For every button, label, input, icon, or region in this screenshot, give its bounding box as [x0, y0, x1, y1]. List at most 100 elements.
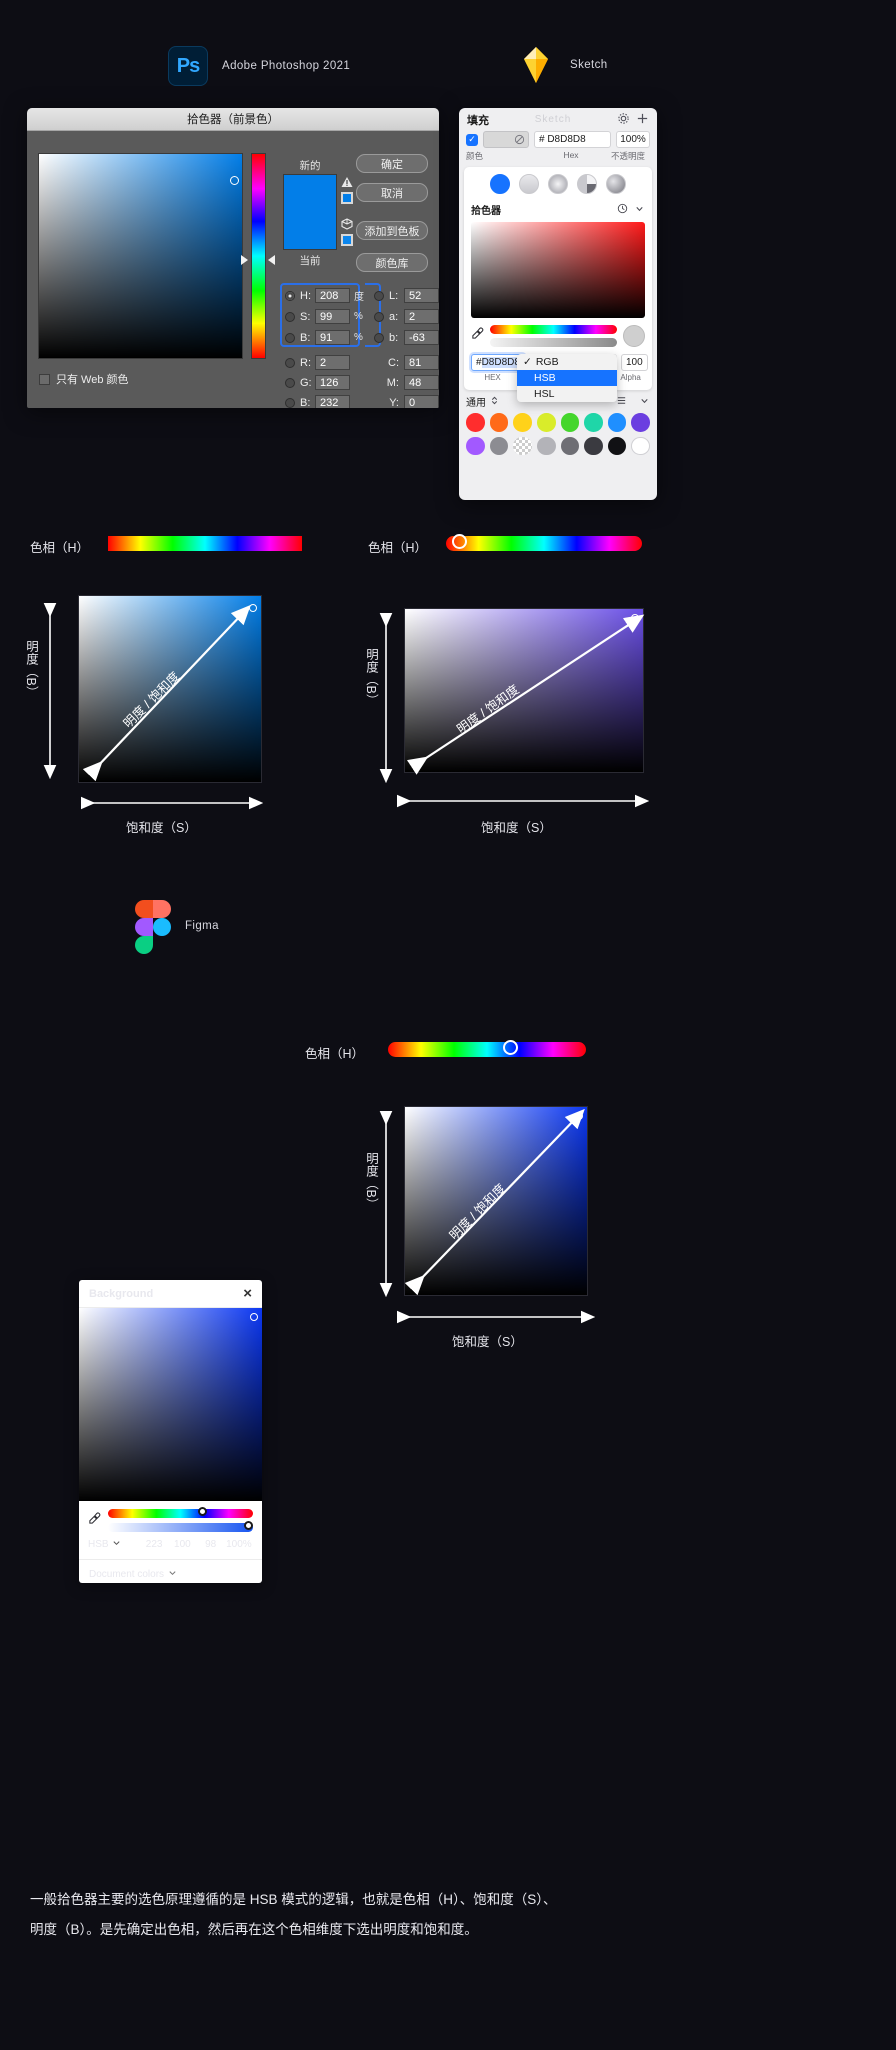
swatch[interactable] — [560, 436, 580, 456]
input-m[interactable]: 48 — [404, 375, 439, 390]
fill-color-swatch[interactable] — [483, 131, 529, 148]
list-icon[interactable] — [616, 395, 627, 409]
swatch[interactable] — [584, 413, 603, 432]
saturation-brightness-field[interactable] — [38, 153, 243, 359]
input-s[interactable]: 99 — [315, 309, 350, 324]
out-of-gamut-warning-icon[interactable] — [341, 175, 353, 187]
add-to-swatches-button[interactable]: 添加到色板 — [356, 221, 428, 240]
figma-value-h[interactable]: 223 — [140, 1539, 168, 1550]
color-model-dropdown[interactable]: ✓ RGB HSB HSL — [517, 354, 617, 402]
input-b-brightness[interactable]: 91 — [315, 330, 350, 345]
field-row-b-blue[interactable]: B: 232 — [285, 395, 350, 408]
figma-hue-knob[interactable] — [197, 1506, 207, 1516]
swatch[interactable] — [513, 413, 532, 432]
diagram2-hue-strip[interactable] — [446, 536, 642, 551]
swatch[interactable] — [489, 436, 509, 456]
swatch[interactable] — [466, 436, 485, 456]
input-a[interactable]: 2 — [404, 309, 439, 324]
swatch[interactable] — [607, 413, 627, 432]
sketch-hue-slider[interactable] — [490, 325, 617, 334]
chevron-down-icon[interactable] — [112, 1538, 121, 1550]
fill-type-pattern[interactable] — [606, 174, 626, 194]
radio-h[interactable] — [285, 290, 295, 301]
figma-alpha-slider[interactable] — [108, 1520, 253, 1532]
diagram3-hue-knob[interactable] — [503, 1040, 518, 1055]
fill-type-angular-gradient[interactable] — [577, 174, 597, 194]
field-row-c[interactable]: C: 81 % — [374, 355, 439, 370]
current-color-swatch[interactable] — [283, 212, 337, 250]
radio-b-brightness[interactable] — [285, 332, 295, 343]
chevron-down-icon[interactable] — [634, 203, 645, 217]
input-b-blue[interactable]: 232 — [315, 395, 350, 408]
field-row-b-brightness[interactable]: B: 91 % — [285, 330, 363, 345]
field-row-lab-b[interactable]: b: -63 — [374, 330, 439, 345]
fill-type-linear-gradient[interactable] — [519, 174, 539, 194]
checkbox-icon[interactable] — [39, 373, 50, 385]
web-safe-warning-icon[interactable] — [341, 217, 353, 230]
input-c[interactable]: 81 — [404, 355, 439, 370]
field-row-s[interactable]: S: 99 % — [285, 309, 363, 324]
figma-color-mode-selector[interactable]: HSB — [88, 1538, 140, 1550]
diagram3-hue-strip[interactable] — [388, 1042, 586, 1057]
add-icon[interactable] — [636, 112, 649, 128]
radio-b-blue[interactable] — [285, 397, 295, 408]
hue-marker-left-icon[interactable] — [241, 255, 248, 265]
swatch[interactable] — [631, 436, 650, 456]
swatch[interactable] — [536, 413, 556, 432]
hue-slider[interactable] — [251, 153, 266, 359]
field-row-a[interactable]: a: 2 — [374, 309, 439, 324]
radio-r[interactable] — [285, 357, 295, 368]
figma-value-s[interactable]: 100 — [168, 1539, 196, 1550]
diagram2-hue-knob[interactable] — [452, 534, 467, 549]
fill-hex-input[interactable]: # D8D8D8 — [534, 131, 611, 148]
input-r[interactable]: 2 — [315, 355, 350, 370]
hue-marker-right-icon[interactable] — [268, 255, 275, 265]
figma-sv-cursor[interactable] — [250, 1313, 258, 1321]
web-safe-alt-swatch[interactable] — [341, 233, 353, 246]
radio-g[interactable] — [285, 377, 295, 388]
fill-type-radial-gradient[interactable] — [548, 174, 568, 194]
input-g[interactable]: 126 — [315, 375, 350, 390]
stepper-icon[interactable] — [490, 395, 499, 409]
sketch-sv-field[interactable] — [471, 222, 645, 318]
radio-s[interactable] — [285, 311, 295, 322]
input-y[interactable]: 0 — [404, 395, 439, 408]
figma-sv-field[interactable] — [79, 1308, 262, 1501]
close-icon[interactable]: × — [243, 1285, 252, 1302]
swatch[interactable] — [607, 436, 627, 456]
figma-alpha-knob[interactable] — [244, 1520, 253, 1530]
swatch[interactable] — [631, 413, 650, 432]
dropdown-option-hsb[interactable]: HSB — [517, 370, 617, 386]
sv-cursor-ring[interactable] — [230, 176, 239, 185]
field-row-m[interactable]: M: 48 % — [374, 375, 439, 390]
sketch-alpha-slider[interactable] — [490, 338, 617, 347]
diagram1-hue-strip[interactable] — [108, 536, 302, 551]
input-l[interactable]: 52 — [404, 288, 439, 303]
swatch[interactable] — [560, 413, 580, 432]
figma-hue-slider[interactable] — [108, 1506, 253, 1518]
chevron-down-icon[interactable] — [168, 1568, 177, 1580]
swatch[interactable] — [584, 436, 603, 456]
field-row-y[interactable]: Y: 0 % — [374, 395, 439, 408]
fill-type-solid[interactable] — [490, 174, 510, 194]
figma-document-colors-header[interactable]: Document colors — [79, 1559, 262, 1583]
web-colors-only-checkbox[interactable]: 只有 Web 颜色 — [39, 371, 129, 387]
figma-value-b[interactable]: 98 — [197, 1539, 225, 1550]
fill-enabled-checkbox[interactable]: ✓ — [466, 133, 478, 146]
sketch-alpha-input[interactable]: 100 — [620, 354, 648, 371]
field-row-r[interactable]: R: 2 — [285, 355, 350, 370]
eyedropper-icon[interactable] — [471, 327, 484, 345]
radio-a[interactable] — [374, 311, 384, 322]
swatch[interactable] — [489, 413, 509, 432]
field-row-l[interactable]: L: 52 — [374, 288, 439, 303]
figma-value-alpha[interactable]: 100% — [225, 1539, 253, 1550]
field-row-g[interactable]: G: 126 — [285, 375, 350, 390]
input-lab-b[interactable]: -63 — [404, 330, 439, 345]
gear-icon[interactable] — [617, 112, 630, 128]
radio-lab-b[interactable] — [374, 332, 384, 343]
color-libraries-button[interactable]: 颜色库 — [356, 253, 428, 272]
eyedropper-icon[interactable] — [88, 1512, 101, 1530]
fill-opacity-input[interactable]: 100% — [616, 131, 650, 148]
swatch[interactable] — [466, 413, 485, 432]
input-h[interactable]: 208 — [315, 288, 350, 303]
